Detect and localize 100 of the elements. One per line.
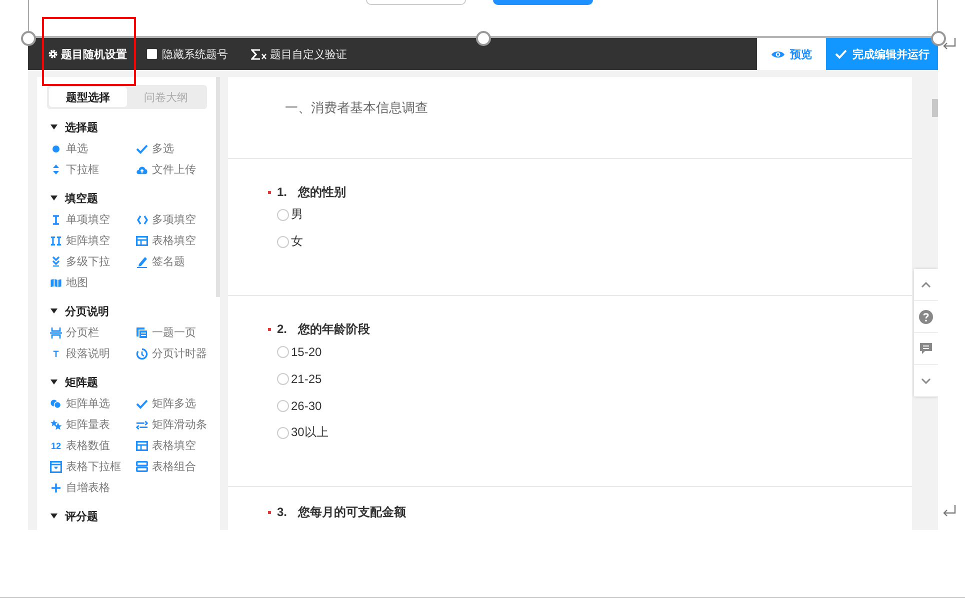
question-type-item[interactable]: 表格组合 xyxy=(133,456,219,477)
double-chevron-icon xyxy=(52,256,60,267)
finish-button[interactable]: 完成编辑并运行 xyxy=(826,38,938,70)
question-type-item[interactable]: 矩阵滑动条 xyxy=(133,414,219,435)
option-label: 15-20 xyxy=(291,344,322,358)
item-label: 多项填空 xyxy=(152,212,196,227)
toolbar-label[interactable]: 题目自定义验证 xyxy=(270,46,347,62)
resize-handle[interactable] xyxy=(931,31,946,46)
question-number: 3. xyxy=(277,505,288,519)
pen-icon xyxy=(136,256,148,268)
section-title: 一、消费者基本信息调查 xyxy=(285,99,429,117)
toolbar-label[interactable]: 题目随机设置 xyxy=(61,46,127,62)
radio-button[interactable] xyxy=(277,400,289,412)
glyph-icon: 12 xyxy=(50,440,61,450)
option-label: 21-25 xyxy=(291,372,322,386)
page-break-icon xyxy=(50,326,62,338)
question-type-item[interactable]: 一题一页 xyxy=(133,322,219,343)
eye-icon xyxy=(771,50,785,58)
group-title[interactable]: 评分题 xyxy=(65,508,98,524)
check-icon xyxy=(136,144,148,154)
check-icon xyxy=(834,49,846,59)
tab[interactable]: 题型选择 xyxy=(49,87,127,107)
radio-button[interactable] xyxy=(277,208,289,220)
question-type-item[interactable]: 签名题 xyxy=(133,251,219,272)
primary-button[interactable] xyxy=(493,0,593,5)
chevron-down-icon xyxy=(921,378,931,384)
item-label: 单选 xyxy=(66,142,88,156)
table-icon xyxy=(136,236,148,246)
double-cursor-icon xyxy=(50,236,62,246)
item-label: 单项填空 xyxy=(66,212,110,227)
radio-button[interactable] xyxy=(277,236,289,248)
radio-button[interactable] xyxy=(277,372,289,384)
radio-button[interactable] xyxy=(277,426,289,438)
help-button[interactable] xyxy=(914,301,938,333)
table-icon xyxy=(136,440,148,450)
question-type-item[interactable]: 矩阵多选 xyxy=(133,393,219,414)
item-label: 段落说明 xyxy=(66,347,110,361)
question-type-item[interactable]: 矩阵填空 xyxy=(47,230,133,251)
question-type-item[interactable]: 多项填空 xyxy=(133,209,219,230)
question-type-item[interactable]: 文件上传 xyxy=(133,159,219,180)
circles-icon xyxy=(50,398,62,408)
scroll-up-button[interactable] xyxy=(914,269,938,301)
check-icon xyxy=(136,398,148,408)
item-label: 表格数值 xyxy=(66,439,110,453)
stars-icon xyxy=(50,419,62,430)
question-type-item[interactable]: 分页计时器 xyxy=(133,343,219,364)
resize-handle[interactable] xyxy=(476,31,491,46)
question-type-item[interactable]: 矩阵单选 xyxy=(47,393,133,414)
stacked-rows-icon xyxy=(136,461,148,472)
group-title[interactable]: 选择题 xyxy=(65,120,98,134)
up-down-arrows-icon xyxy=(52,164,60,175)
item-label: 矩阵量表 xyxy=(66,418,110,432)
question-type-item[interactable]: 自增表格 xyxy=(47,477,133,498)
question-type-item[interactable]: 表格填空 xyxy=(133,230,219,251)
item-label: 分页栏 xyxy=(66,326,99,340)
item-label: 多选 xyxy=(152,142,174,156)
scroll-down-button[interactable] xyxy=(914,365,938,397)
question-type-item[interactable]: 下拉框 xyxy=(47,159,133,180)
dropdown-box-icon xyxy=(50,460,62,472)
dot-icon xyxy=(51,144,61,154)
group-title[interactable]: 填空题 xyxy=(65,190,98,206)
item-label: 矩阵单选 xyxy=(66,397,110,411)
checkbox-label[interactable]: 隐藏系统题号 xyxy=(162,46,228,62)
question-type-item[interactable]: 地图 xyxy=(47,272,133,293)
question-type-item[interactable]: 多选 xyxy=(133,138,219,159)
question-number: 2. xyxy=(277,322,288,336)
question-type-item[interactable]: 多级下拉 xyxy=(47,251,133,272)
question-type-item[interactable]: T 段落说明 xyxy=(47,343,133,364)
preview-button[interactable]: 预览 xyxy=(757,38,826,70)
group-title[interactable]: 分页说明 xyxy=(65,304,109,318)
question-type-item[interactable]: 表格填空 xyxy=(133,435,219,456)
resize-handle[interactable] xyxy=(21,31,36,46)
item-label: 下拉框 xyxy=(66,163,99,177)
option-label: 男 xyxy=(291,206,303,223)
question-type-item[interactable]: 分页栏 xyxy=(47,322,133,343)
chevron-up-icon xyxy=(921,282,931,288)
text-cursor-icon xyxy=(52,214,60,224)
item-label: 表格组合 xyxy=(152,460,196,474)
item-label: 矩阵多选 xyxy=(152,397,196,411)
plus-icon xyxy=(51,482,61,492)
comment-button[interactable] xyxy=(914,333,938,365)
item-label: 表格下拉框 xyxy=(66,460,121,474)
brackets-icon xyxy=(136,214,148,224)
speech-bubble-icon xyxy=(919,342,933,355)
slider-arrows-icon xyxy=(136,420,148,430)
question-type-item[interactable]: 单选 xyxy=(47,138,133,159)
item-label: 一题一页 xyxy=(152,326,196,340)
checkbox[interactable] xyxy=(147,49,157,59)
question-type-item[interactable]: 表格下拉框 xyxy=(47,456,133,477)
radio-button[interactable] xyxy=(277,346,289,358)
item-label: 签名题 xyxy=(152,255,185,269)
question-title: 您每月的可支配金额 xyxy=(298,504,406,520)
group-title[interactable]: 矩阵题 xyxy=(65,374,98,390)
cloud-upload-icon xyxy=(136,164,148,174)
question-type-item[interactable]: 矩阵量表 xyxy=(47,414,133,435)
scrollbar[interactable] xyxy=(932,99,938,117)
item-label: 矩阵填空 xyxy=(66,234,110,248)
question-type-item[interactable]: 单项填空 xyxy=(47,209,133,230)
outline-button[interactable] xyxy=(366,0,466,5)
question-type-item[interactable]: 12 表格数值 xyxy=(47,435,133,456)
